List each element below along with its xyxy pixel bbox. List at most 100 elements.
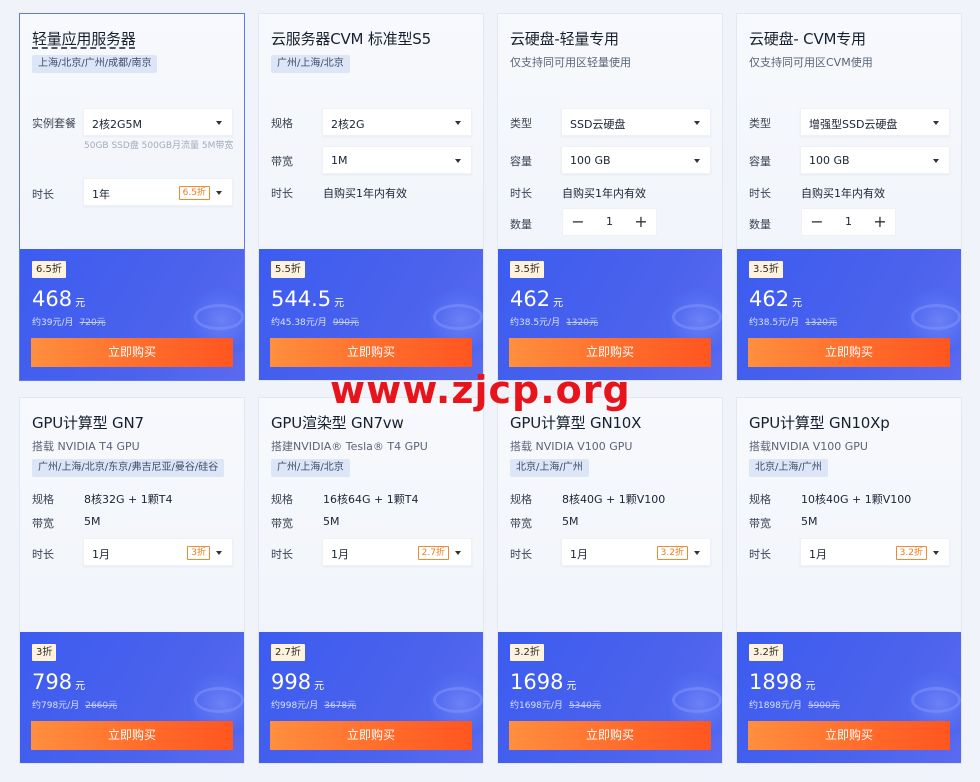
price-value: 1898 <box>749 670 803 694</box>
duration-label: 时长 <box>271 187 293 200</box>
per-month-value: 约1698元/月 <box>510 701 563 711</box>
package-select-value: 2核2G5M <box>92 118 143 131</box>
bandwidth-label: 带宽 <box>749 517 771 530</box>
chevron-down-icon <box>455 121 461 125</box>
duration-select[interactable]: 1月 3.2折 <box>561 538 711 566</box>
minus-icon[interactable]: − <box>802 209 832 235</box>
buy-now-button[interactable]: 立即购买 <box>509 338 711 367</box>
package-note: 50GB SSD盘 500GB月流量 5M带宽 <box>84 141 234 151</box>
type-select[interactable]: SSD云硬盘 <box>561 108 711 136</box>
buy-now-button[interactable]: 立即购买 <box>748 721 950 750</box>
card-subtitle: 仅支持同可用区轻量使用 <box>510 56 631 69</box>
price-unit: 元 <box>805 681 816 692</box>
type-label: 类型 <box>510 117 532 130</box>
per-month-value: 约39元/月 <box>32 318 74 328</box>
duration-value: 自购买1年内有效 <box>801 187 885 200</box>
per-month-value: 约998元/月 <box>271 701 319 711</box>
plus-icon[interactable]: + <box>865 209 895 235</box>
price-unit: 元 <box>566 681 577 692</box>
bandwidth-label: 带宽 <box>510 517 532 530</box>
capacity-select[interactable]: 100 GB <box>800 146 950 174</box>
disk-ring-decoration <box>194 687 244 713</box>
duration-label: 时长 <box>749 548 771 561</box>
bandwidth-value: 5M <box>562 515 579 528</box>
duration-select[interactable]: 1月 3.2折 <box>800 538 950 566</box>
price-panel: 3.2折 1698 元 约1698元/月 5340元 立即购买 <box>498 632 722 763</box>
card-title: GPU计算型 GN10Xp <box>749 414 890 432</box>
price-unit: 元 <box>314 681 325 692</box>
type-select-value: 增强型SSD云硬盘 <box>809 118 898 131</box>
bandwidth-select-value: 1M <box>331 154 348 167</box>
duration-select[interactable]: 1月 3折 <box>83 538 233 566</box>
product-card-gpu-gn10xp: GPU计算型 GN10Xp 搭载NVIDIA V100 GPU 北京/上海/广州… <box>736 397 962 764</box>
minus-icon[interactable]: − <box>563 209 593 235</box>
quantity-value[interactable]: 1 <box>832 215 865 228</box>
duration-discount-badge: 3.2折 <box>895 546 927 560</box>
disk-ring-decoration <box>433 304 483 330</box>
bandwidth-label: 带宽 <box>271 517 293 530</box>
chevron-down-icon <box>455 551 461 555</box>
quantity-value[interactable]: 1 <box>593 215 626 228</box>
price-value: 998 <box>271 670 312 694</box>
region-tag: 广州/上海/北京 <box>271 459 350 477</box>
duration-select[interactable]: 1年 6.5折 <box>83 178 233 206</box>
bandwidth-value: 5M <box>323 515 340 528</box>
plus-icon[interactable]: + <box>626 209 656 235</box>
card-title[interactable]: 轻量应用服务器 <box>32 28 136 49</box>
chevron-down-icon <box>933 159 939 163</box>
spec-value: 10核40G + 1颗V100 <box>801 493 912 506</box>
discount-badge: 6.5折 <box>32 261 66 278</box>
buy-now-button[interactable]: 立即购买 <box>31 721 233 750</box>
chevron-down-icon <box>694 551 700 555</box>
disk-ring-decoration <box>672 687 722 713</box>
type-select[interactable]: 增强型SSD云硬盘 <box>800 108 950 136</box>
chevron-down-icon <box>933 121 939 125</box>
price: 462 元 <box>749 287 802 311</box>
disk-ring-decoration <box>911 687 961 713</box>
card-title: GPU计算型 GN10X <box>510 414 642 432</box>
spec-value: 16核64G + 1颗T4 <box>323 493 419 506</box>
discount-badge: 3.5折 <box>510 261 544 278</box>
chevron-down-icon <box>694 121 700 125</box>
product-card-lighthouse: 轻量应用服务器 上海/北京/广州/成都/南京 实例套餐 2核2G5M 50GB … <box>19 13 245 381</box>
per-month-price: 约38.5元/月 1320元 <box>749 315 837 328</box>
price: 462 元 <box>510 287 563 311</box>
bandwidth-value: 5M <box>84 515 101 528</box>
duration-select-value: 1月 <box>570 548 588 561</box>
discount-badge: 3.2折 <box>749 644 783 661</box>
duration-discount-badge: 6.5折 <box>178 186 210 200</box>
per-month-price: 约45.38元/月 990元 <box>271 315 359 328</box>
quantity-stepper: − 1 + <box>562 208 657 236</box>
buy-now-button[interactable]: 立即购买 <box>31 338 233 367</box>
bandwidth-value: 5M <box>801 515 818 528</box>
spec-label: 规格 <box>271 493 293 506</box>
price: 544.5 元 <box>271 287 344 311</box>
spec-label: 规格 <box>32 493 54 506</box>
price-value: 1698 <box>510 670 564 694</box>
duration-label: 时长 <box>32 548 54 561</box>
buy-now-button[interactable]: 立即购买 <box>270 721 472 750</box>
disk-ring-decoration <box>194 304 244 330</box>
watermark-text: www.zjcp.org <box>330 368 631 412</box>
buy-now-button[interactable]: 立即购买 <box>509 721 711 750</box>
bandwidth-label: 带宽 <box>271 155 293 168</box>
spec-select[interactable]: 2核2G <box>322 108 472 136</box>
per-month-value: 约38.5元/月 <box>749 318 800 328</box>
type-label: 类型 <box>749 117 771 130</box>
duration-label: 时长 <box>271 548 293 561</box>
spec-label: 规格 <box>271 117 293 130</box>
product-card-gpu-gn7: GPU计算型 GN7 搭载 NVIDIA T4 GPU 广州/上海/北京/东京/… <box>19 397 245 764</box>
buy-now-button[interactable]: 立即购买 <box>270 338 472 367</box>
price-unit: 元 <box>75 681 86 692</box>
price-panel: 5.5折 544.5 元 约45.38元/月 990元 立即购买 <box>259 249 483 380</box>
bandwidth-select[interactable]: 1M <box>322 146 472 174</box>
spec-value: 8核40G + 1颗V100 <box>562 493 666 506</box>
package-select[interactable]: 2核2G5M <box>83 108 233 136</box>
capacity-select[interactable]: 100 GB <box>561 146 711 174</box>
chevron-down-icon <box>216 121 222 125</box>
region-tag: 广州/上海/北京/东京/弗吉尼亚/曼谷/硅谷 <box>32 459 225 477</box>
duration-select[interactable]: 1月 2.7折 <box>322 538 472 566</box>
chevron-down-icon <box>216 191 222 195</box>
duration-label: 时长 <box>510 187 532 200</box>
buy-now-button[interactable]: 立即购买 <box>748 338 950 367</box>
